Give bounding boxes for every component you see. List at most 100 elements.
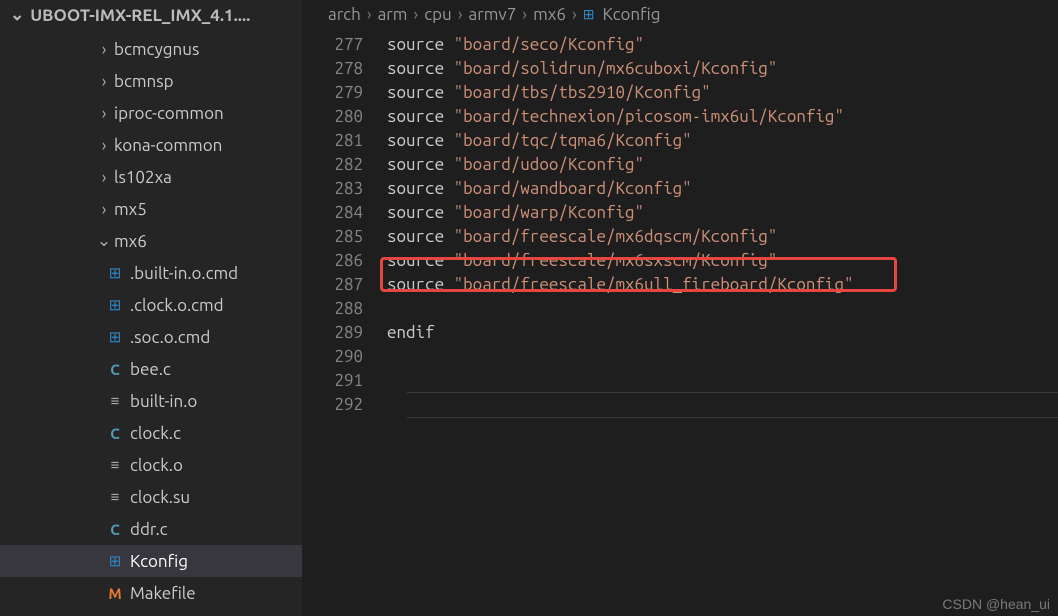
file-kconfig[interactable]: ⊞ Kconfig [0, 545, 302, 577]
folder-bcmnsp[interactable]: › bcmnsp [0, 65, 302, 97]
breadcrumb-part[interactable]: armv7 [469, 5, 517, 24]
code-line[interactable]: source "board/udoo/Kconfig" [387, 153, 1058, 177]
code-area[interactable]: source "board/seco/Kconfig"source "board… [387, 32, 1058, 616]
code-line[interactable] [387, 393, 1058, 417]
file-built-in-o[interactable]: ≡ built-in.o [0, 385, 302, 417]
line-number-gutter: 2772782792802812822832842852862872882892… [303, 32, 387, 616]
watermark: CSDN @hean_ui [942, 596, 1050, 612]
folder-iproc-common[interactable]: › iproc-common [0, 97, 302, 129]
file-label: .soc.o.cmd [130, 328, 210, 347]
string-literal: "board/freescale/mx6sxscm/Kconfig" [454, 251, 778, 270]
code-line[interactable]: source "board/wandboard/Kconfig" [387, 177, 1058, 201]
code-line[interactable]: source "board/tqc/tqma6/Kconfig" [387, 129, 1058, 153]
sidebar-header[interactable]: ⌄ UBOOT-IMX-REL_IMX_4.1.... [0, 0, 302, 33]
keyword: source [387, 275, 454, 294]
file-bee-c[interactable]: C bee.c [0, 353, 302, 385]
code-line[interactable]: source "board/technexion/picosom-imx6ul/… [387, 105, 1058, 129]
line-number: 289 [303, 321, 363, 345]
line-number: 278 [303, 57, 363, 81]
chevron-right-icon: › [522, 5, 527, 24]
object-file-icon: ≡ [104, 392, 126, 410]
line-number: 282 [303, 153, 363, 177]
chevron-right-icon: › [94, 168, 114, 187]
line-number: 290 [303, 345, 363, 369]
folder-label: kona-common [114, 136, 222, 155]
file-label: clock.su [130, 488, 190, 507]
windows-icon: ⊞ [104, 328, 126, 346]
file-soc-o-cmd[interactable]: ⊞ .soc.o.cmd [0, 321, 302, 353]
project-title: UBOOT-IMX-REL_IMX_4.1.... [30, 6, 250, 25]
chevron-right-icon: › [458, 5, 463, 24]
string-literal: "board/wandboard/Kconfig" [454, 179, 692, 198]
folder-label: iproc-common [114, 104, 224, 123]
line-number: 283 [303, 177, 363, 201]
file-built-in-o-cmd[interactable]: ⊞ .built-in.o.cmd [0, 257, 302, 289]
string-literal: "board/technexion/picosom-imx6ul/Kconfig… [454, 107, 844, 126]
keyword: source [387, 107, 454, 126]
chevron-down-icon: ⌄ [94, 231, 114, 251]
folder-bcmcygnus[interactable]: › bcmcygnus [0, 33, 302, 65]
breadcrumb-part[interactable]: cpu [424, 5, 452, 24]
string-literal: "board/udoo/Kconfig" [454, 155, 644, 174]
file-ddr-c[interactable]: C ddr.c [0, 513, 302, 545]
windows-icon: ⊞ [104, 552, 126, 570]
line-number: 292 [303, 393, 363, 417]
string-literal: "board/solidrun/mx6cuboxi/Kconfig" [454, 59, 778, 78]
line-number: 291 [303, 369, 363, 393]
keyword: source [387, 203, 454, 222]
makefile-icon: M [104, 585, 126, 602]
chevron-right-icon: › [94, 72, 114, 91]
keyword: endif [387, 323, 435, 342]
folder-label: mx5 [114, 200, 147, 219]
line-number: 279 [303, 81, 363, 105]
string-literal: "board/freescale/mx6dqscm/Kconfig" [454, 227, 778, 246]
file-label: bee.c [130, 360, 171, 379]
code-line[interactable]: source "board/tbs/tbs2910/Kconfig" [387, 81, 1058, 105]
code-line[interactable]: source "board/solidrun/mx6cuboxi/Kconfig… [387, 57, 1058, 81]
folder-label: ls102xa [114, 168, 172, 187]
folder-kona-common[interactable]: › kona-common [0, 129, 302, 161]
code-line[interactable] [387, 297, 1058, 321]
line-number: 286 [303, 249, 363, 273]
code-line[interactable] [387, 369, 1058, 393]
folder-ls102xa[interactable]: › ls102xa [0, 161, 302, 193]
windows-icon: ⊞ [104, 296, 126, 314]
breadcrumb[interactable]: arch › arm › cpu › armv7 › mx6 › ⊞ Kconf… [303, 0, 1058, 32]
breadcrumb-part[interactable]: arm [378, 5, 408, 24]
string-literal: "board/seco/Kconfig" [454, 35, 644, 54]
breadcrumb-part[interactable]: arch [328, 5, 361, 24]
code-line[interactable]: endif [387, 321, 1058, 345]
breadcrumb-part[interactable]: mx6 [533, 5, 566, 24]
code-line[interactable]: source "board/seco/Kconfig" [387, 33, 1058, 57]
chevron-down-icon: ⌄ [10, 5, 24, 25]
sidebar: ⌄ UBOOT-IMX-REL_IMX_4.1.... › bcmcygnus … [0, 0, 303, 616]
code-line[interactable]: source "board/freescale/mx6sxscm/Kconfig… [387, 249, 1058, 273]
file-label: ddr.c [130, 520, 168, 539]
chevron-right-icon: › [572, 5, 577, 24]
file-makefile[interactable]: M Makefile [0, 577, 302, 609]
file-clock-o[interactable]: ≡ clock.o [0, 449, 302, 481]
code-line[interactable] [387, 345, 1058, 369]
file-clock-su[interactable]: ≡ clock.su [0, 481, 302, 513]
line-number: 277 [303, 33, 363, 57]
file-clock-c[interactable]: C clock.c [0, 417, 302, 449]
keyword: source [387, 227, 454, 246]
windows-icon: ⊞ [104, 264, 126, 282]
chevron-right-icon: › [94, 40, 114, 59]
file-clock-o-cmd[interactable]: ⊞ .clock.o.cmd [0, 289, 302, 321]
folder-mx5[interactable]: › mx5 [0, 193, 302, 225]
code-line[interactable]: source "board/warp/Kconfig" [387, 201, 1058, 225]
breadcrumb-part[interactable]: Kconfig [602, 5, 660, 24]
folder-mx6[interactable]: ⌄ mx6 [0, 225, 302, 257]
string-literal: "board/tqc/tqma6/Kconfig" [454, 131, 692, 150]
file-label: Kconfig [130, 552, 188, 571]
keyword: source [387, 179, 454, 198]
line-number: 288 [303, 297, 363, 321]
object-file-icon: ≡ [104, 456, 126, 474]
code-line[interactable]: source "board/freescale/mx6dqscm/Kconfig… [387, 225, 1058, 249]
code-line[interactable]: source "board/freescale/mx6ull_fireboard… [387, 273, 1058, 297]
editor[interactable]: 2772782792802812822832842852862872882892… [303, 32, 1058, 616]
file-label: .clock.o.cmd [130, 296, 224, 315]
line-number: 281 [303, 129, 363, 153]
keyword: source [387, 59, 454, 78]
